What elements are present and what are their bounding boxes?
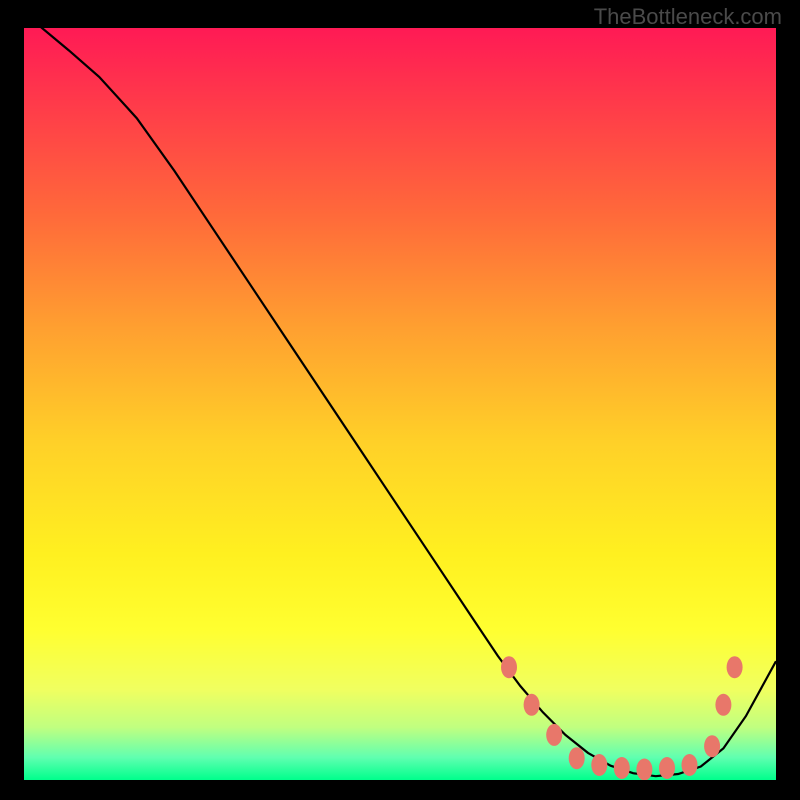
data-marker — [614, 757, 630, 779]
data-marker — [704, 735, 720, 757]
chart-svg — [24, 28, 776, 780]
data-marker — [636, 759, 652, 781]
plot-area — [24, 28, 776, 780]
data-marker — [501, 656, 517, 678]
data-marker — [659, 757, 675, 779]
data-marker — [715, 694, 731, 716]
data-marker — [546, 724, 562, 746]
data-marker — [682, 754, 698, 776]
data-marker — [591, 754, 607, 776]
data-marker — [524, 694, 540, 716]
curve-line — [24, 28, 776, 776]
data-marker — [727, 656, 743, 678]
watermark-text: TheBottleneck.com — [594, 4, 782, 30]
data-marker — [569, 747, 585, 769]
